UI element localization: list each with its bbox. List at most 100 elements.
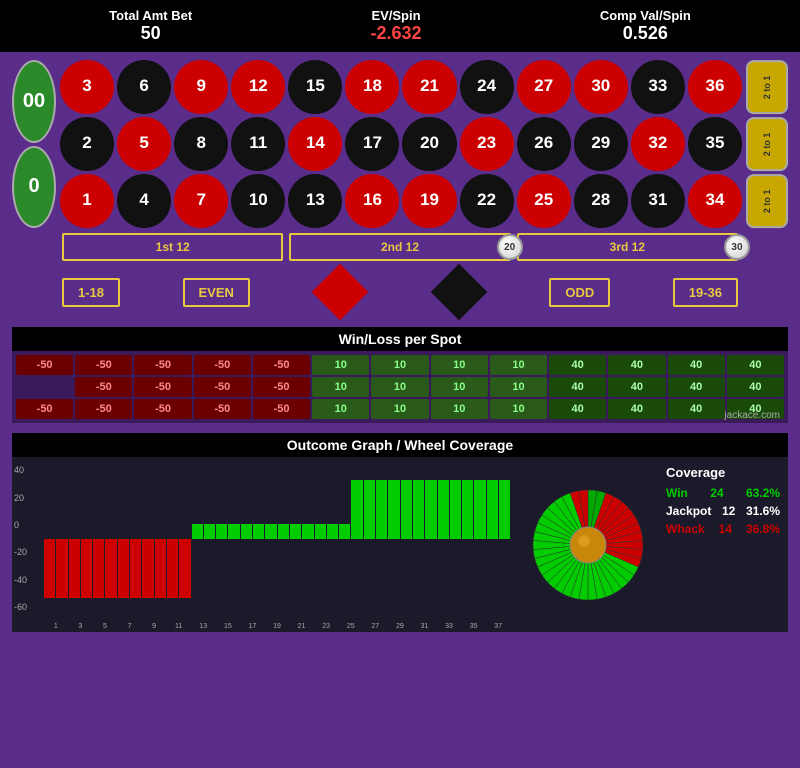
num-cell-6[interactable]: 6 — [117, 60, 171, 114]
jackace-credit: jackace.com — [724, 410, 780, 421]
two-to-one-bot[interactable]: 2 to 1 — [746, 174, 788, 228]
num-cell-32[interactable]: 32 — [631, 117, 685, 171]
num-cell-11[interactable]: 11 — [231, 117, 285, 171]
zeros-col: 00 0 — [12, 60, 56, 228]
num-cell-30[interactable]: 30 — [574, 60, 628, 114]
two-to-one-top[interactable]: 2 to 1 — [746, 60, 788, 114]
num-cell-12[interactable]: 12 — [231, 60, 285, 114]
zero-0[interactable]: 0 — [12, 146, 56, 229]
num-cell-25[interactable]: 25 — [517, 174, 571, 228]
bar-23 — [327, 465, 338, 612]
num-cell-20[interactable]: 20 — [402, 117, 456, 171]
bar-20 — [290, 465, 301, 612]
num-cell-36[interactable]: 36 — [688, 60, 742, 114]
outcome-title: Outcome Graph / Wheel Coverage — [12, 433, 788, 457]
num-cell-2[interactable]: 2 — [60, 117, 114, 171]
wheel-container — [518, 457, 658, 632]
num-cell-19[interactable]: 19 — [402, 174, 456, 228]
num-cell-16[interactable]: 16 — [345, 174, 399, 228]
num-cell-3[interactable]: 3 — [60, 60, 114, 114]
num-cell-29[interactable]: 29 — [574, 117, 628, 171]
wl-cell-0-6: 10 — [371, 355, 428, 375]
ball-30: 30 — [724, 234, 750, 260]
ev-spin-label: EV/Spin — [370, 8, 421, 23]
num-cell-34[interactable]: 34 — [688, 174, 742, 228]
bar-27 — [376, 465, 387, 612]
bar-5 — [105, 465, 116, 612]
bar-19 — [278, 465, 289, 612]
winloss-grid-wrapper: -50-50-50-50-501010101040404040-50-50-50… — [12, 351, 788, 423]
wl-cell-2-8: 10 — [490, 399, 547, 419]
coverage-jackpot-row: Jackpot 12 31.6% — [666, 504, 780, 518]
bet-odd[interactable]: ODD — [549, 278, 610, 307]
wl-cell-0-7: 10 — [431, 355, 488, 375]
table-wrapper: 00 0 36912151821242730333625811141720232… — [12, 60, 788, 228]
coverage-win-label: Win — [666, 486, 688, 500]
two-to-one-mid[interactable]: 2 to 1 — [746, 117, 788, 171]
bar-chart: 40 20 0 -20 -40 -60 13579111315171921232… — [12, 457, 518, 632]
wl-cell-2-3: -50 — [194, 399, 251, 419]
wl-cell-1-1: -50 — [75, 377, 132, 397]
red-diamond[interactable] — [312, 264, 369, 321]
wl-cell-2-7: 10 — [431, 399, 488, 419]
num-cell-9[interactable]: 9 — [174, 60, 228, 114]
bet-1-18[interactable]: 1-18 — [62, 278, 120, 307]
wl-cell-0-10: 40 — [608, 355, 665, 375]
wl-cell-1-10: 40 — [608, 377, 665, 397]
wl-cell-1-11: 40 — [668, 377, 725, 397]
dozen3-bet[interactable]: 3rd 12 30 — [517, 233, 738, 261]
winloss-grid: -50-50-50-50-501010101040404040-50-50-50… — [16, 355, 784, 419]
wl-cell-2-9: 40 — [549, 399, 606, 419]
wl-cell-1-4: -50 — [253, 377, 310, 397]
num-cell-23[interactable]: 23 — [460, 117, 514, 171]
num-cell-35[interactable]: 35 — [688, 117, 742, 171]
coverage-table: Coverage Win 24 63.2% Jackpot 12 31.6% W… — [658, 457, 788, 632]
dozen2-bet[interactable]: 2nd 12 20 — [289, 233, 510, 261]
outcome-section: Outcome Graph / Wheel Coverage 40 20 0 -… — [0, 433, 800, 638]
coverage-jackpot-label: Jackpot — [666, 504, 711, 518]
num-cell-24[interactable]: 24 — [460, 60, 514, 114]
bar-37 — [499, 465, 510, 612]
wl-cell-2-4: -50 — [253, 399, 310, 419]
num-cell-17[interactable]: 17 — [345, 117, 399, 171]
bet-19-36[interactable]: 19-36 — [673, 278, 738, 307]
num-cell-4[interactable]: 4 — [117, 174, 171, 228]
num-cell-33[interactable]: 33 — [631, 60, 685, 114]
num-cell-13[interactable]: 13 — [288, 174, 342, 228]
total-amt-bet-col: Total Amt Bet 50 — [109, 8, 192, 44]
wl-cell-0-1: -50 — [75, 355, 132, 375]
num-cell-14[interactable]: 14 — [288, 117, 342, 171]
num-cell-8[interactable]: 8 — [174, 117, 228, 171]
bet-even[interactable]: EVEN — [183, 278, 250, 307]
outcome-content: 40 20 0 -20 -40 -60 13579111315171921232… — [12, 457, 788, 632]
num-cell-22[interactable]: 22 — [460, 174, 514, 228]
comp-val-spin-label: Comp Val/Spin — [600, 8, 691, 23]
num-cell-28[interactable]: 28 — [574, 174, 628, 228]
num-cell-5[interactable]: 5 — [117, 117, 171, 171]
num-cell-15[interactable]: 15 — [288, 60, 342, 114]
header: Total Amt Bet 50 EV/Spin -2.632 Comp Val… — [0, 0, 800, 52]
bar-30 — [413, 465, 424, 612]
num-cell-18[interactable]: 18 — [345, 60, 399, 114]
comp-val-spin-value: 0.526 — [600, 23, 691, 44]
ev-spin-col: EV/Spin -2.632 — [370, 8, 421, 44]
num-cell-10[interactable]: 10 — [231, 174, 285, 228]
zero-00[interactable]: 00 — [12, 60, 56, 143]
black-diamond[interactable] — [431, 264, 488, 321]
wl-cell-2-1: -50 — [75, 399, 132, 419]
num-cell-26[interactable]: 26 — [517, 117, 571, 171]
num-cell-7[interactable]: 7 — [174, 174, 228, 228]
num-cell-1[interactable]: 1 — [60, 174, 114, 228]
ev-spin-value: -2.632 — [370, 23, 421, 44]
dozen1-bet[interactable]: 1st 12 — [62, 233, 283, 261]
bar-2 — [69, 465, 80, 612]
winloss-section: Win/Loss per Spot -50-50-50-50-501010101… — [0, 327, 800, 429]
bar-11 — [179, 465, 190, 612]
wl-cell-0-4: -50 — [253, 355, 310, 375]
bar-0 — [44, 465, 55, 612]
num-cell-21[interactable]: 21 — [402, 60, 456, 114]
bar-32 — [438, 465, 449, 612]
bar-26 — [364, 465, 375, 612]
num-cell-31[interactable]: 31 — [631, 174, 685, 228]
num-cell-27[interactable]: 27 — [517, 60, 571, 114]
